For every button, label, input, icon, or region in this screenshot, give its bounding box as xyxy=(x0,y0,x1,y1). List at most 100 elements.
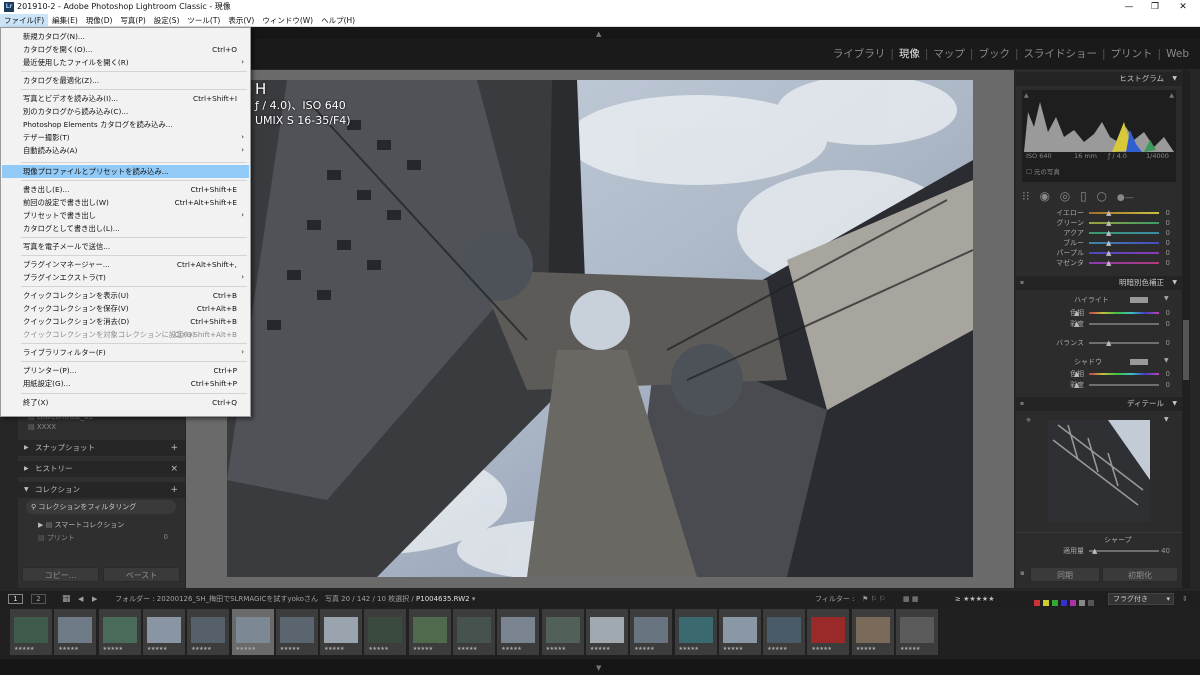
filmstrip-thumbnail[interactable]: ★★★★★ xyxy=(630,609,673,655)
menu-help[interactable]: ヘルプ(H) xyxy=(317,14,359,27)
filmstrip-thumbnail[interactable]: ★★★★★ xyxy=(364,609,407,655)
module-slideshow[interactable]: スライドショー xyxy=(1019,48,1103,60)
filmstrip-thumbnail[interactable]: ★★★★★ xyxy=(408,609,451,655)
highlight-color-swatch[interactable] xyxy=(1130,297,1148,303)
file-menu-item[interactable]: 書き出し(E)... Ctrl+Shift+E xyxy=(2,183,249,196)
file-menu-item[interactable]: プリンター(P)... Ctrl+P xyxy=(2,364,249,377)
collapse-down-icon[interactable]: ▼ xyxy=(596,664,601,672)
menu-view[interactable]: 表示(V) xyxy=(224,14,258,27)
filter-collections-input[interactable]: ⚲ コレクションをフィルタリング xyxy=(26,500,176,514)
shadow-hue-slider[interactable]: 色相 ▲ 0 xyxy=(1016,369,1182,379)
collapse-up-icon[interactable]: ▲ xyxy=(596,30,601,38)
rating-filter[interactable]: ≥ ★★★★★ xyxy=(955,591,994,607)
filmstrip-thumbnail[interactable]: ★★★★★ xyxy=(763,609,806,655)
filmstrip-thumbnail[interactable]: ★★★★★ xyxy=(807,609,850,655)
preset-item[interactable]: ▤ XXXX xyxy=(28,423,93,431)
histogram[interactable]: ▲ ▲ ISO 640 16 mm ƒ / 4.0 1/4000 ☐ 元の写真 xyxy=(1022,90,1176,182)
filmstrip-thumbnail[interactable]: ★★★★★ xyxy=(541,609,584,655)
filmstrip-thumbnail[interactable]: ★★★★★ xyxy=(896,609,938,655)
module-web[interactable]: Web xyxy=(1161,48,1194,60)
hsl-slider-aqua[interactable]: アクア ▲ 0 xyxy=(1016,228,1182,238)
graduated-filter-icon[interactable]: ▯ xyxy=(1080,189,1087,203)
file-menu-item[interactable]: テザー撮影(T) › xyxy=(2,131,249,144)
menu-develop[interactable]: 現像(D) xyxy=(82,14,117,27)
highlight-hue-slider[interactable]: 色相 ▲ 0 xyxy=(1016,308,1182,318)
snapshot-panel-header[interactable]: ▶ スナップショット + xyxy=(18,440,185,456)
right-panel-scrollbar[interactable] xyxy=(1182,70,1190,588)
filmstrip-thumbnail[interactable]: ★★★★★ xyxy=(585,609,628,655)
file-menu-item[interactable]: Photoshop Elements カタログを読み込み... xyxy=(2,118,249,131)
file-menu-item[interactable]: カタログとして書き出し(L)... xyxy=(2,222,249,235)
print-collection-item[interactable]: ▤ プリント 0 xyxy=(38,533,168,543)
menu-window[interactable]: ウィンドウ(W) xyxy=(258,14,317,27)
file-menu-item[interactable]: 新規カタログ(N)... xyxy=(2,30,249,43)
highlight-clipping-icon[interactable]: ▲ xyxy=(1169,92,1174,99)
grid-view-icon[interactable]: ▦ xyxy=(62,591,71,607)
main-photo[interactable] xyxy=(227,80,973,577)
file-menu-item[interactable]: プラグインマネージャー... Ctrl+Alt+Shift+, xyxy=(2,258,249,271)
filmstrip-thumbnail[interactable]: ★★★★★ xyxy=(453,609,495,655)
file-menu-item[interactable]: ライブラリフィルター(F) › xyxy=(2,346,249,359)
hsl-slider-blue[interactable]: ブルー ▲ 0 xyxy=(1016,238,1182,248)
balance-slider[interactable]: バランス ▲ 0 xyxy=(1016,338,1182,348)
filmstrip-thumbnail[interactable]: ★★★★★ xyxy=(10,609,52,655)
file-menu-item[interactable]: 最近使用したファイルを開く(R) › xyxy=(2,56,249,69)
filmstrip-thumbnail[interactable]: ★★★★★ xyxy=(851,609,894,655)
file-menu-item[interactable]: プリセットで書き出し › xyxy=(2,209,249,222)
shadow-color-swatch[interactable] xyxy=(1130,359,1148,365)
forward-arrow-icon[interactable]: ▶ xyxy=(92,591,97,607)
original-photo-checkbox[interactable]: ☐ 元の写真 xyxy=(1026,166,1060,176)
edit-filter-icons[interactable]: ▦ ▦ xyxy=(903,591,918,607)
target-adjust-icon[interactable]: ⌖ xyxy=(1026,416,1031,426)
scrollbar-thumb[interactable] xyxy=(1183,320,1189,380)
reset-button[interactable]: 初期化 xyxy=(1102,567,1178,582)
file-menu-item[interactable]: 写真とビデオを読み込み(I)... Ctrl+Shift+I xyxy=(2,92,249,105)
secondary-window-button[interactable]: 2 xyxy=(31,594,46,604)
filter-lock-icon[interactable]: ⇕ xyxy=(1182,591,1188,607)
file-menu-item[interactable]: 終了(X) Ctrl+Q xyxy=(2,396,249,409)
filmstrip-thumbnail[interactable]: ★★★★★ xyxy=(98,609,141,655)
file-menu-item[interactable]: クイックコレクションを対象コレクションに設定(Q) Ctrl+Shift+Alt+… xyxy=(2,328,249,341)
filmstrip-thumbnail[interactable]: ★★★★★ xyxy=(231,609,274,655)
filter-preset-select[interactable]: フラグ付き ▾ xyxy=(1108,593,1174,605)
minimize-button[interactable]: — xyxy=(1116,0,1142,14)
menu-file[interactable]: ファイル(F) xyxy=(0,14,49,27)
spot-removal-icon[interactable]: ◉ xyxy=(1039,189,1049,203)
module-print[interactable]: プリント xyxy=(1106,48,1158,60)
filmstrip-thumbnail[interactable]: ★★★★★ xyxy=(674,609,717,655)
clear-icon[interactable]: × xyxy=(170,461,178,477)
hsl-slider-magenta[interactable]: マゼンタ ▲ 0 xyxy=(1016,258,1182,268)
file-menu-item[interactable]: カタログを最適化(Z)... xyxy=(2,74,249,87)
menu-settings[interactable]: 設定(S) xyxy=(150,14,184,27)
sync-toggle-icon[interactable]: ▪ xyxy=(1020,569,1025,577)
panel-switch-icon[interactable]: ▪ xyxy=(1020,276,1024,290)
flag-filter-icons[interactable]: ⚑ ⚐ ⚐ xyxy=(862,591,885,607)
add-icon[interactable]: + xyxy=(170,482,178,498)
detail-preview[interactable] xyxy=(1048,420,1150,522)
expand-down-icon[interactable]: ▼ xyxy=(1164,295,1169,302)
detail-panel-header[interactable]: ▪ ディテール ▼ xyxy=(1016,397,1182,411)
color-label-filter[interactable] xyxy=(1034,596,1094,606)
history-panel-header[interactable]: ▶ ヒストリー × xyxy=(18,461,185,477)
filmstrip-thumbnail[interactable]: ★★★★★ xyxy=(142,609,185,655)
shadow-clipping-icon[interactable]: ▲ xyxy=(1024,92,1029,99)
menu-edit[interactable]: 編集(E) xyxy=(48,14,82,27)
hsl-slider-purple[interactable]: パープル ▲ 0 xyxy=(1016,248,1182,258)
file-menu-item[interactable]: 自動読み込み(A) › xyxy=(2,144,249,157)
maximize-button[interactable]: ❐ xyxy=(1142,0,1168,14)
split-toning-panel-header[interactable]: ▪ 明暗別色補正 ▼ xyxy=(1016,276,1182,290)
menu-tools[interactable]: ツール(T) xyxy=(183,14,224,27)
file-menu-item[interactable]: 別のカタログから読み込み(C)... xyxy=(2,105,249,118)
module-map[interactable]: マップ xyxy=(928,48,970,60)
expand-down-icon[interactable]: ▼ xyxy=(1164,416,1169,423)
filmstrip-thumbnail[interactable]: ★★★★★ xyxy=(497,609,540,655)
close-button[interactable]: ✕ xyxy=(1170,0,1196,14)
paste-button[interactable]: ペースト xyxy=(103,567,180,582)
file-menu-item[interactable]: 現像プロファイルとプリセットを読み込み... xyxy=(2,165,249,178)
expand-down-icon[interactable]: ▼ xyxy=(1164,357,1169,364)
radial-filter-icon[interactable]: ○ xyxy=(1097,189,1107,203)
source-path[interactable]: フォルダー : 20200126_SH_梅田でSLRMAGICを試すyokoさん… xyxy=(115,591,475,607)
file-menu-item[interactable]: 用紙設定(G)... Ctrl+Shift+P xyxy=(2,377,249,390)
file-menu-item[interactable]: クイックコレクションを表示(U) Ctrl+B xyxy=(2,289,249,302)
menu-photo[interactable]: 写真(P) xyxy=(116,14,149,27)
